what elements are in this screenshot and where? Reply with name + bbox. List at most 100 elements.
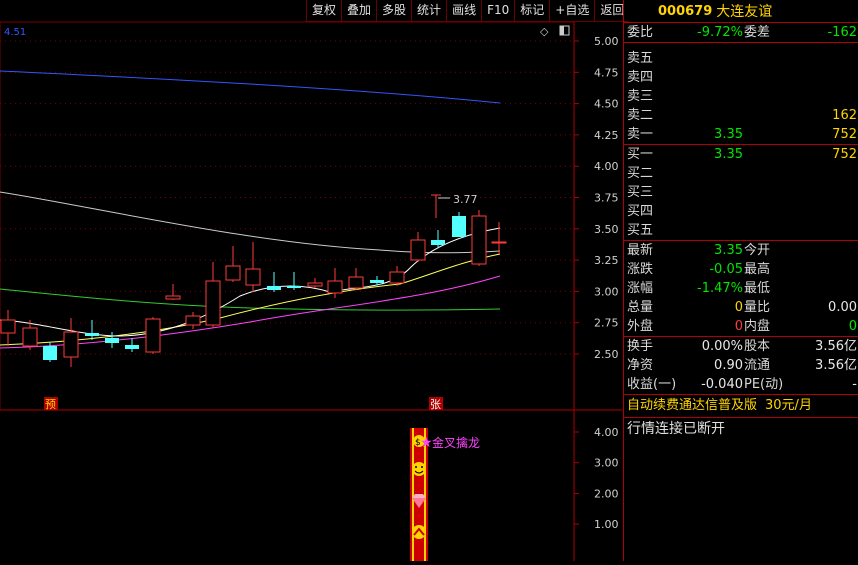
buy-row-1: 买一 3.35 752 (627, 147, 857, 162)
candle-body[interactable] (410, 239, 426, 261)
quote-value-2: 0.00 (828, 300, 857, 315)
price-axis-label: 3.50 (594, 223, 619, 236)
buy-orders: 买一 3.35 752 买二 买三 买四 买五 (624, 145, 858, 241)
quote-label-2: 最低 (744, 281, 771, 296)
candle-body[interactable] (267, 286, 281, 290)
fundamental-row: 净资 0.90 流通 3.56亿 (624, 356, 858, 375)
candle-body[interactable] (225, 265, 241, 281)
candle-body[interactable] (287, 286, 301, 288)
signal-label: 金叉擒龙 (432, 435, 480, 450)
candle-body[interactable] (85, 333, 99, 336)
candle-body[interactable] (0, 319, 16, 334)
candle-body[interactable] (22, 327, 38, 347)
price-axis-label: 4.50 (594, 98, 619, 111)
quote-label: 涨幅 (627, 281, 654, 296)
quote-row: 最新 3.35 今开 (624, 241, 858, 260)
candle-body[interactable] (491, 241, 507, 244)
candle-body[interactable] (348, 276, 364, 289)
candle-body[interactable] (63, 331, 79, 358)
fuquan-button[interactable]: 复权 (306, 0, 342, 22)
quote-value-2: 0 (848, 319, 857, 334)
buy-row-3: 买三 (627, 185, 654, 200)
chart-area[interactable]: ◇ 4.51 5.00 4.75 4.50 4.25 4.00 3.75 3.50 3.25 3… (0, 0, 622, 561)
ad-text: 自动续费通达信普及版 (627, 398, 758, 413)
candle-body[interactable] (205, 280, 221, 326)
price-axis-label: 2.50 (594, 348, 619, 361)
candle-body[interactable] (245, 268, 261, 286)
mark-button[interactable]: 标记 (514, 0, 550, 22)
price-axis-label: 3.25 (594, 254, 619, 267)
overlay-button[interactable]: 叠加 (341, 0, 377, 22)
candle-body[interactable] (185, 315, 201, 326)
candle-body[interactable] (145, 318, 161, 353)
star-icon: ★ (420, 435, 433, 451)
fundamental-row: 换手 0.00% 股本 3.56亿 (624, 337, 858, 356)
quote-row: 涨跌 -0.05 最高 (624, 260, 858, 279)
add-watchlist-button[interactable]: +自选 (549, 0, 595, 22)
sell-orders: 卖五 卖四 卖三 卖二 162 卖一 3.35 752 (624, 43, 858, 145)
quote-value: 3.35 (714, 243, 743, 258)
panel-toggle-icon-fill (560, 26, 564, 35)
quote-row: 总量 0 量比 0.00 (624, 298, 858, 317)
connection-status: 行情连接已断开 (627, 421, 725, 437)
price-axis-label: 2.75 (594, 317, 619, 330)
fundamental-label: 换手 (627, 339, 654, 354)
quote-panel: 000679 大连友谊 委比 -9.72% 委差 -162 卖五 卖四 卖三 卖… (623, 0, 858, 561)
ad-banner[interactable]: 自动续费通达信普及版 30元/月 (624, 395, 858, 418)
stock-code: 000679 (658, 3, 713, 19)
fundamental-row: 收益(一) -0.040 PE(动) - (624, 375, 858, 394)
quote-block-2: 换手 0.00% 股本 3.56亿 净资 0.90 流通 3.56亿 收益(一) -0.040 PE… (624, 337, 858, 395)
candle-body[interactable] (125, 345, 139, 349)
price-axis-label: 3.00 (594, 285, 619, 298)
quote-label: 最新 (627, 243, 654, 258)
indicator-axis-label: 3.00 (594, 457, 619, 470)
quote-label: 涨跌 (627, 262, 654, 277)
sell-row-2: 卖二 162 (627, 108, 857, 123)
high-annotation: 3.77 (431, 193, 478, 218)
draw-line-button[interactable]: 画线 (446, 0, 482, 22)
marker-zhang[interactable]: 张 (429, 397, 443, 411)
smiley-icon (412, 462, 426, 476)
candle-body[interactable] (43, 346, 57, 360)
fundamental-value: 0.90 (714, 358, 743, 373)
candle-body[interactable] (165, 295, 181, 300)
fundamental-value-2: - (852, 377, 857, 392)
fundamental-value-2: 3.56亿 (815, 358, 857, 373)
kline-chart[interactable]: ◇ 4.51 5.00 4.75 4.50 4.25 4.00 3.75 3.50 3.25 3… (0, 0, 622, 561)
candle-body[interactable] (389, 271, 405, 284)
multi-stock-button[interactable]: 多股 (376, 0, 412, 22)
f10-button[interactable]: F10 (481, 0, 515, 22)
diamond-icon[interactable]: ◇ (540, 25, 549, 38)
statistics-button[interactable]: 统计 (411, 0, 447, 22)
indicator-axis-label: 2.00 (594, 487, 619, 500)
fundamental-label-2: 流通 (744, 358, 771, 373)
candle-body[interactable] (370, 280, 384, 283)
fundamental-label: 收益(一) (627, 377, 677, 392)
indicator-axis-label: 4.00 (594, 426, 619, 439)
sell-row-5: 卖五 (627, 51, 654, 66)
quote-label-2: 内盘 (744, 319, 771, 334)
quote-row: 外盘 0 内盘 0 (624, 317, 858, 336)
quote-value: 0 (734, 300, 743, 315)
candle-body[interactable] (431, 240, 445, 245)
stock-header[interactable]: 000679 大连友谊 (624, 0, 858, 23)
candle-body[interactable] (307, 282, 323, 287)
main-chart-frame (0, 21, 575, 411)
quote-label: 外盘 (627, 319, 654, 334)
fundamental-value: 0.00% (701, 339, 743, 354)
price-axis-label: 4.00 (594, 160, 619, 173)
buy-row-2: 买二 (627, 166, 654, 181)
sell-row-1: 卖一 3.35 752 (627, 127, 857, 142)
weicha-label: 委差 (744, 25, 771, 40)
candle-body[interactable] (105, 338, 119, 343)
fundamental-label: 净资 (627, 358, 654, 373)
quote-value: 0 (734, 319, 743, 334)
marker-yu[interactable]: 预 (44, 397, 58, 411)
price-axis-label: 5.00 (594, 35, 619, 48)
candle-body[interactable] (452, 216, 466, 237)
candle-body[interactable] (471, 215, 487, 265)
high-price-label: 3.77 (453, 193, 478, 206)
fundamental-value: -0.040 (701, 377, 743, 392)
price-axis-label: 4.75 (594, 66, 619, 79)
candle-body[interactable] (327, 280, 343, 294)
